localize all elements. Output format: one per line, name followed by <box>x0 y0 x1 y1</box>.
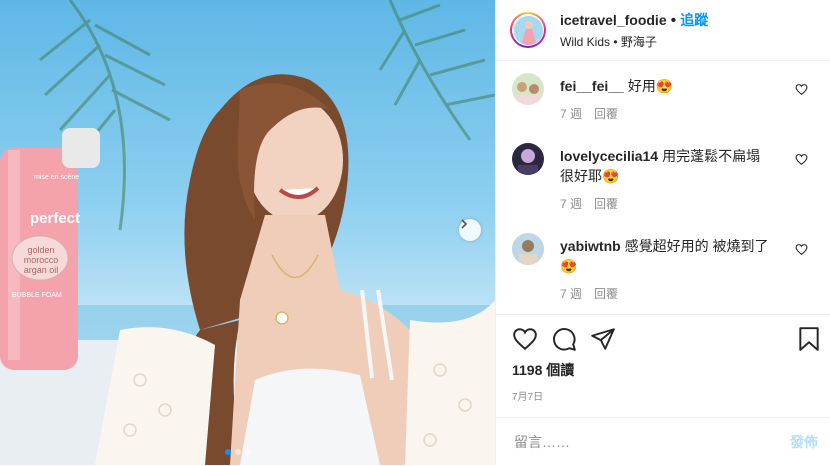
location-link[interactable]: Wild Kids • 野海子 <box>560 33 708 50</box>
share-icon[interactable] <box>590 326 616 352</box>
comment-username[interactable]: fei__fei__ <box>560 78 624 94</box>
post-side-panel: icetravel_foodie • 追蹤 Wild Kids • 野海子 fei_… <box>495 0 830 465</box>
bookmark-icon[interactable] <box>796 326 822 352</box>
carousel-dot <box>245 449 251 455</box>
comment-time[interactable]: 7 週 <box>560 197 582 211</box>
comment-icon[interactable] <box>551 326 577 352</box>
view-count[interactable]: 1198 個讀 <box>512 360 574 380</box>
comment-username[interactable]: lovelycecilia14 <box>560 148 658 164</box>
comment-username[interactable]: yabiwtnb <box>560 238 621 254</box>
separator-dot: • <box>670 12 677 29</box>
comments-list[interactable]: fei__fei__ 好用😍 7 週回覆 lovelycecilia14 用完蓬… <box>496 61 830 313</box>
product-name: perfect <box>30 210 81 227</box>
post-comment-button[interactable]: 發佈 <box>790 432 818 452</box>
post-header: icetravel_foodie • 追蹤 Wild Kids • 野海子 <box>496 0 830 61</box>
comment-time[interactable]: 7 週 <box>560 287 582 301</box>
action-bar <box>496 314 830 363</box>
like-comment-icon[interactable] <box>795 153 808 166</box>
like-comment-icon[interactable] <box>795 243 808 256</box>
carousel-dot <box>225 449 231 455</box>
commenter-avatar[interactable] <box>512 143 544 175</box>
product-foam: BUBBLE FOAM <box>12 292 62 299</box>
avatar-image <box>513 15 543 45</box>
product-brand: mise en scène <box>34 174 80 181</box>
carousel-dots <box>225 449 251 455</box>
reply-button[interactable]: 回覆 <box>594 107 618 121</box>
commenter-avatar[interactable] <box>512 73 544 105</box>
carousel-dot <box>235 449 241 455</box>
heart-icon[interactable] <box>512 326 538 352</box>
author-avatar[interactable] <box>510 12 546 48</box>
commenter-avatar[interactable] <box>512 233 544 265</box>
next-photo-button[interactable] <box>459 219 481 241</box>
post-date[interactable]: 7月7日 <box>512 388 543 403</box>
comment-text: 好用😍 <box>627 78 674 94</box>
comment-time[interactable]: 7 週 <box>560 107 582 121</box>
follow-button[interactable]: 追蹤 <box>680 12 708 28</box>
like-comment-icon[interactable] <box>795 83 808 96</box>
product-label: golden morocco argan oil <box>23 245 59 275</box>
reply-button[interactable]: 回覆 <box>594 287 618 301</box>
post-dialog: mise en scène perfect golden morocco arg… <box>0 0 830 465</box>
chevron-right-icon <box>461 219 468 229</box>
author-username[interactable]: icetravel_foodie <box>560 12 667 28</box>
post-photo[interactable]: mise en scène perfect golden morocco arg… <box>0 0 495 465</box>
add-comment-bar: 發佈 <box>496 417 830 466</box>
reply-button[interactable]: 回覆 <box>594 197 618 211</box>
comment-input[interactable] <box>512 433 766 451</box>
photo-illustration <box>0 0 495 465</box>
